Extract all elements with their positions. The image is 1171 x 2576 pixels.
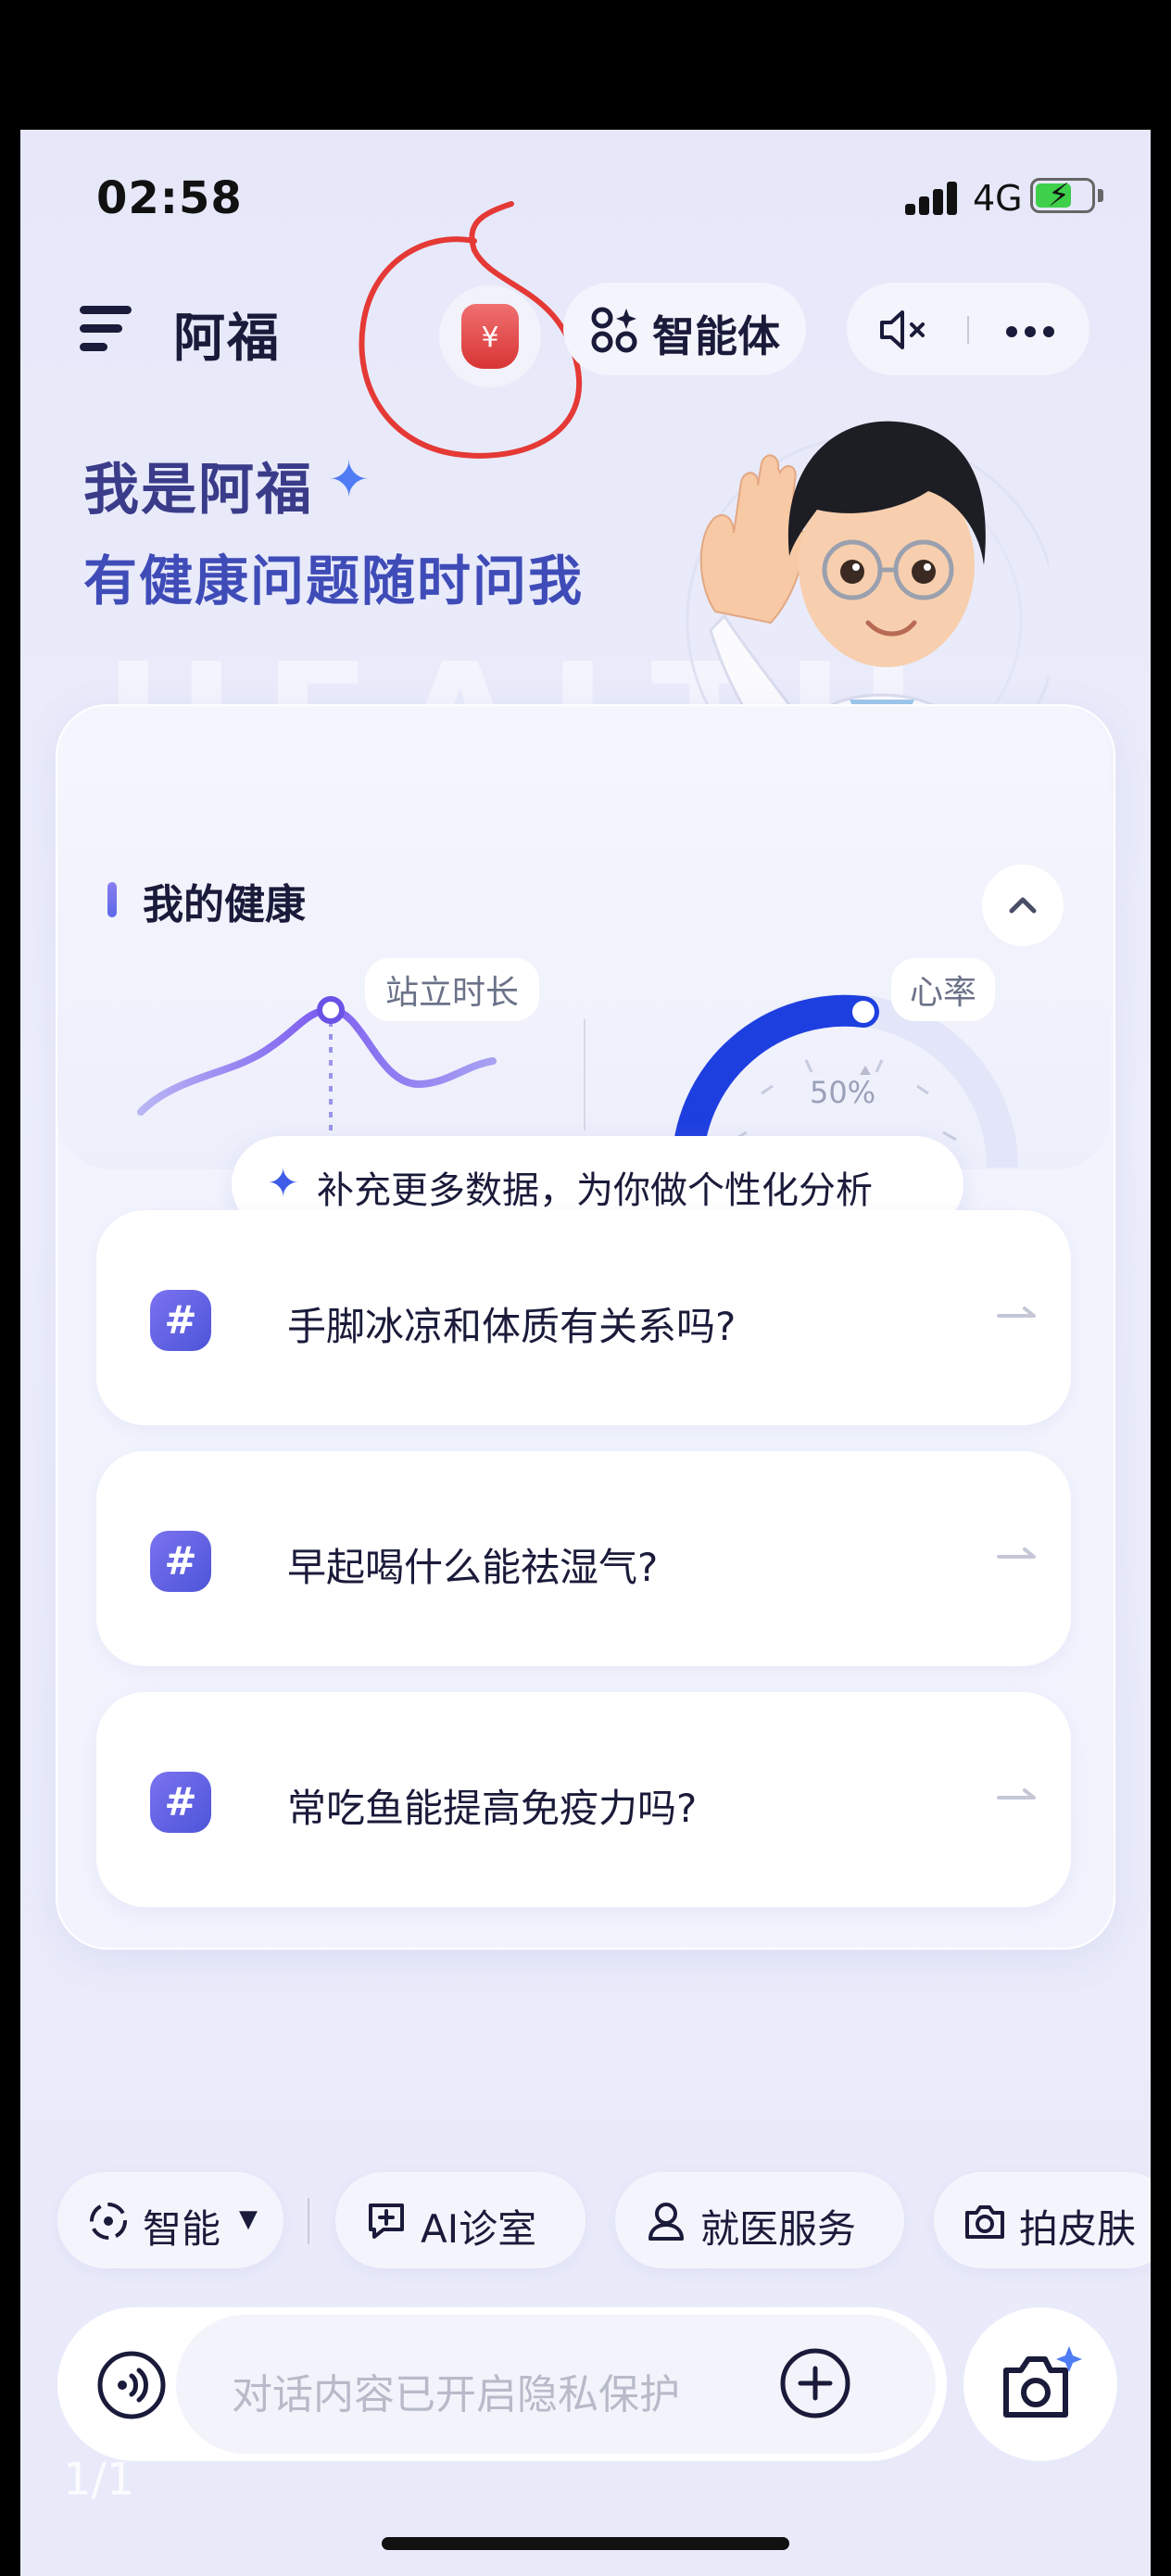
app-screen: 02:58 4G ⚡ 阿福 ¥ 智能体 HEALTH 我是阿福 ✦ 有健康问题随…	[20, 130, 1151, 2576]
control-pill	[847, 283, 1089, 375]
person-icon	[648, 2203, 684, 2241]
battery-tip	[1098, 189, 1103, 202]
supplement-data-label: 补充更多数据，为你做个性化分析	[317, 1169, 873, 1212]
stand-duration-tag: 站立时长	[365, 958, 540, 1021]
chip-divider	[308, 2198, 309, 2244]
collapse-button[interactable]	[982, 865, 1064, 946]
camera-icon	[965, 2205, 1004, 2239]
battery-icon: ⚡	[1030, 177, 1095, 214]
caret-down-icon: ▼	[239, 2205, 258, 2233]
suggested-question[interactable]: # 早起喝什么能祛湿气?	[96, 1451, 1071, 1666]
more-icon[interactable]	[1006, 323, 1062, 341]
arrow-right-icon	[997, 1307, 1036, 1318]
heart-rate-tag: 心率	[891, 958, 996, 1021]
medical-service-label: 就医服务	[700, 2206, 857, 2252]
health-title: 我的健康	[143, 881, 306, 928]
status-time: 02:58	[96, 172, 243, 224]
chart-divider	[584, 1019, 586, 1130]
mode-select-chip[interactable]: 智能 ▼	[57, 2172, 283, 2268]
suggested-question[interactable]: # 常吃鱼能提高免疫力吗?	[96, 1692, 1071, 1907]
health-title-marker	[107, 882, 117, 917]
camera-sparkle-icon	[1003, 2346, 1082, 2418]
menu-icon[interactable]	[80, 306, 132, 352]
question-text: 常吃鱼能提高免疫力吗?	[287, 1786, 698, 1831]
agent-button[interactable]: 智能体	[563, 283, 806, 375]
gauge-percent: 50%	[810, 1075, 876, 1110]
hashtag-icon: #	[150, 1772, 211, 1833]
sparkle-icon: ✦	[267, 1160, 300, 1206]
ai-clinic-chip[interactable]: AI诊室	[335, 2172, 586, 2268]
signal-icon	[905, 182, 961, 215]
annotation-circle	[359, 201, 583, 459]
ai-clinic-label: AI诊室	[421, 2206, 537, 2252]
chat-input-bar: 对话内容已开启隐私保护	[57, 2307, 947, 2461]
greeting-subtitle: 有健康问题随时问我	[83, 549, 585, 612]
camera-button[interactable]	[963, 2307, 1117, 2461]
chevron-up-icon	[1009, 897, 1037, 914]
skin-photo-chip[interactable]: 拍皮肤	[934, 2172, 1151, 2268]
chat-input-field[interactable]: 对话内容已开启隐私保护	[176, 2315, 936, 2454]
chat-input-placeholder: 对话内容已开启隐私保护	[232, 2371, 680, 2418]
question-text: 手脚冰凉和体质有关系吗?	[287, 1304, 737, 1349]
home-indicator	[382, 2537, 789, 2550]
control-divider	[967, 316, 969, 344]
voice-input-icon[interactable]	[94, 2348, 172, 2422]
agent-button-label: 智能体	[652, 311, 780, 361]
mode-label: 智能	[143, 2206, 221, 2252]
agent-grid-icon	[591, 307, 637, 353]
question-text: 早起喝什么能祛湿气?	[287, 1545, 659, 1590]
plus-icon[interactable]	[778, 2346, 852, 2420]
greeting-title: 我是阿福	[83, 458, 313, 523]
sparkle-icon: ✦	[328, 450, 371, 509]
mute-icon[interactable]	[878, 309, 930, 351]
page-indicator: 1/1	[63, 2454, 135, 2506]
arrow-right-icon	[997, 1547, 1036, 1559]
arrow-right-icon	[997, 1788, 1036, 1799]
skin-photo-label: 拍皮肤	[1019, 2206, 1137, 2252]
network-type: 4G	[973, 178, 1023, 219]
hashtag-icon: #	[150, 1531, 211, 1592]
medical-service-chip[interactable]: 就医服务	[615, 2172, 904, 2268]
app-title: 阿福	[173, 309, 281, 369]
chat-plus-icon	[369, 2203, 404, 2239]
hashtag-icon: #	[150, 1290, 211, 1351]
suggested-question[interactable]: # 手脚冰凉和体质有关系吗?	[96, 1210, 1071, 1425]
smart-mode-icon	[90, 2203, 127, 2240]
